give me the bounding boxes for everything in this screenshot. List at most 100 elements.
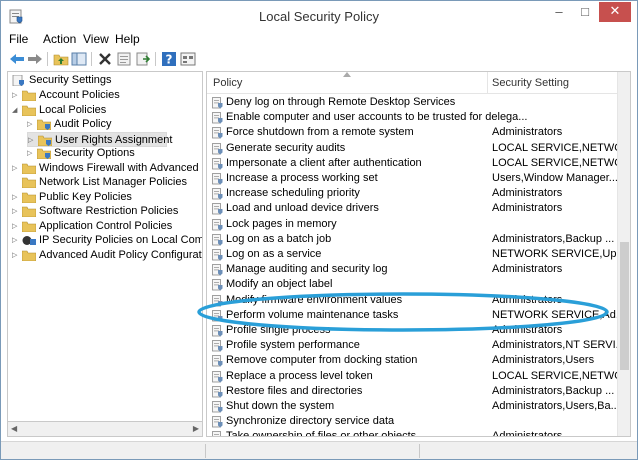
policy-name: Profile single process — [226, 324, 331, 336]
table-row[interactable]: Restore files and directories Administrat… — [207, 384, 617, 399]
column-divider[interactable] — [487, 72, 488, 94]
policy-name: Manage auditing and security log — [226, 263, 388, 276]
back-arrow-icon[interactable] — [9, 51, 25, 67]
scroll-right-arrow-icon[interactable]: ▶ — [193, 424, 199, 433]
maximize-button[interactable]: □ — [573, 3, 597, 23]
tree-expander-icon[interactable]: ▷ — [12, 219, 20, 234]
policy-name: Deny log on through Remote Desktop Servi… — [226, 96, 456, 108]
show-hide-tree-icon[interactable] — [71, 51, 87, 67]
table-row[interactable]: Log on as a service NETWORK SERVICE,Upd..… — [207, 247, 617, 262]
table-row[interactable]: Lock pages in memory — [207, 217, 617, 232]
table-row[interactable]: Impersonate a client after authenticatio… — [207, 156, 617, 171]
tree-expander-icon[interactable]: ▷ — [12, 190, 20, 205]
column-header-policy[interactable]: Policy — [213, 77, 242, 89]
policy-document-icon — [212, 218, 223, 231]
policy-name: Synchronize directory service data — [226, 415, 395, 428]
security-setting-value: Administrators — [492, 126, 563, 139]
table-row[interactable]: Load and unload device drivers Administra… — [207, 201, 617, 216]
policy-document-icon — [212, 112, 223, 124]
title-bar[interactable]: Local Security Policy – □ ✕ — [1, 1, 637, 31]
column-header-security-setting[interactable]: Security Setting — [492, 77, 569, 89]
folder-icon — [22, 206, 36, 217]
security-setting-value: Administrators — [492, 187, 563, 200]
tree-expander-icon[interactable]: ▷ — [27, 117, 35, 132]
policy-document-icon — [212, 264, 223, 276]
sort-up-icon — [343, 72, 351, 77]
policy-document-icon — [212, 431, 221, 436]
policy-document-icon — [212, 203, 223, 215]
tree-expander-icon[interactable]: ▷ — [12, 233, 20, 248]
table-row[interactable]: Perform volume maintenance tasks NETWORK … — [207, 308, 617, 323]
policy-name: Take ownership of files or other objects — [226, 429, 416, 436]
tree-expander-icon[interactable]: ◢ — [12, 103, 20, 118]
view-icon[interactable] — [180, 51, 196, 67]
policy-document-icon — [212, 401, 223, 413]
policy-document-icon — [212, 279, 223, 291]
close-button[interactable]: ✕ — [599, 2, 631, 22]
policy-folder-icon — [38, 135, 52, 146]
up-folder-icon[interactable] — [53, 51, 69, 67]
tree-expander-icon[interactable]: ▷ — [27, 146, 35, 161]
scroll-thumb[interactable] — [620, 242, 629, 370]
properties-icon[interactable] — [116, 51, 132, 67]
policy-name: Modify an object label — [226, 278, 333, 291]
table-row[interactable]: Log on as a batch job Administrators,Back… — [207, 232, 617, 247]
tree-expander-icon[interactable] — [12, 175, 20, 190]
tree-expander-icon[interactable]: ▷ — [12, 161, 20, 176]
policy-name: Restore files and directories — [226, 384, 363, 397]
table-row[interactable]: Remove computer from docking station Admi… — [207, 353, 617, 368]
policy-name: Generate security audits — [226, 141, 346, 154]
security-setting-value: LOCAL SERVICE,NETWO... — [492, 369, 617, 382]
tree-node-label: Public Key Policies — [39, 190, 132, 203]
tree-node-label: Software Restriction Policies — [39, 205, 179, 217]
security-setting-value: Administrators — [492, 263, 563, 276]
export-list-icon[interactable] — [135, 51, 151, 67]
table-row[interactable]: Force shutdown from a remote system Admin… — [207, 125, 617, 140]
table-row[interactable]: Take ownership of files or other objects… — [207, 429, 617, 436]
tree-expander-icon[interactable]: ▷ — [12, 204, 20, 219]
security-setting-value: Administrators — [492, 293, 563, 306]
tree-expander-icon[interactable]: ▷ — [12, 248, 20, 263]
tree-node-label: Security Options — [54, 147, 135, 159]
tree-pane[interactable]: Security Settings ▷ Account Policies ◢ Loca… — [7, 71, 203, 437]
table-row[interactable]: Modify an object label — [207, 277, 617, 292]
tree-node-label: Application Control Policies — [39, 219, 173, 232]
table-row[interactable]: Deny log on through Remote Desktop Servi… — [207, 95, 617, 110]
menu-file[interactable]: File — [9, 32, 28, 46]
policy-list-pane[interactable]: Policy Security Setting Deny log on thro… — [206, 71, 631, 437]
table-row[interactable]: Synchronize directory service data — [207, 414, 617, 429]
list-vertical-scrollbar[interactable] — [617, 72, 630, 436]
minimize-button[interactable]: – — [547, 3, 571, 23]
tree-node-user-rights-assignment[interactable]: ▷ User Rights Assignment — [27, 131, 172, 147]
ip-security-icon — [22, 236, 36, 245]
policy-folder-icon — [37, 148, 51, 159]
forward-arrow-icon[interactable] — [27, 51, 43, 67]
table-row[interactable]: Manage auditing and security log Administ… — [207, 262, 617, 277]
menu-action[interactable]: Action — [43, 32, 76, 46]
table-row[interactable]: Profile single process Administrators — [207, 323, 617, 338]
table-row[interactable]: Increase a process working set Users,Wind… — [207, 171, 617, 186]
help-icon[interactable]: ? — [161, 51, 177, 67]
tree-horizontal-scrollbar[interactable]: ◀ ▶ — [7, 421, 203, 437]
security-setting-value: NETWORK SERVICE,Upd... — [492, 248, 617, 260]
policy-name: Enable computer and user accounts to be … — [226, 111, 528, 124]
status-bar — [1, 441, 637, 459]
delete-icon[interactable] — [97, 51, 113, 67]
table-row[interactable]: Shut down the system Administrators,Users… — [207, 399, 617, 414]
policy-document-icon — [212, 385, 223, 398]
policy-name: Force shutdown from a remote system — [226, 126, 414, 139]
menu-help[interactable]: Help — [115, 32, 140, 46]
table-row[interactable]: Enable computer and user accounts to be … — [207, 110, 617, 125]
table-row[interactable]: Replace a process level token LOCAL SERVI… — [207, 369, 617, 384]
security-setting-value: Administrators,NT SERVI... — [492, 339, 617, 352]
tree-expander-icon[interactable]: ▷ — [12, 88, 20, 103]
table-row[interactable]: Generate security audits LOCAL SERVICE,NE… — [207, 141, 617, 156]
table-row[interactable]: Profile system performance Administrators… — [207, 338, 617, 353]
table-row[interactable]: Modify firmware environment values Admini… — [207, 293, 617, 308]
menu-view[interactable]: View — [83, 32, 109, 46]
security-setting-value: LOCAL SERVICE,NETWO... — [492, 156, 617, 169]
policy-name: Load and unload device drivers — [226, 202, 379, 215]
local-security-policy-window: Local Security Policy – □ ✕ File Action … — [0, 0, 638, 460]
scroll-left-arrow-icon[interactable]: ◀ — [11, 424, 17, 433]
table-row[interactable]: Increase scheduling priority Administrato… — [207, 186, 617, 201]
